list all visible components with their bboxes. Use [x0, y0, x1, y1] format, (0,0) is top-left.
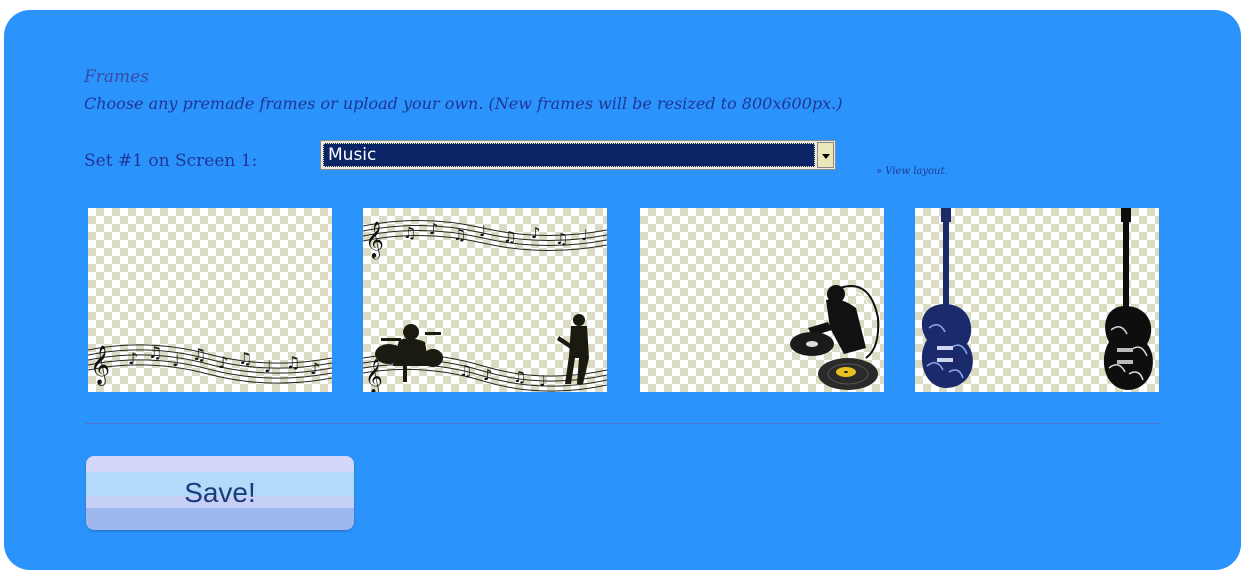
set-label: Set #1 on Screen 1: [84, 151, 258, 171]
frame-option-1[interactable]: 𝄞 ♪ ♫ ♩ ♫ ♪ ♫ ♩ ♫ ♪ [88, 208, 332, 392]
svg-text:♪: ♪ [128, 349, 138, 368]
svg-text:♩: ♩ [172, 351, 180, 370]
svg-text:♩: ♩ [264, 357, 272, 376]
svg-text:♫: ♫ [503, 228, 516, 246]
music-staff-bottom-icon: 𝄞 ♪ ♫ ♩ ♫ ♪ ♫ ♩ ♫ ♪ [88, 343, 332, 386]
save-button[interactable]: Save! [86, 456, 354, 530]
svg-text:♫: ♫ [459, 362, 472, 380]
svg-text:♫: ♫ [453, 226, 466, 244]
frame-set-selected-value: Music [323, 143, 815, 167]
svg-text:♪: ♪ [483, 366, 493, 384]
svg-text:♫: ♫ [148, 343, 162, 362]
svg-text:♩: ♩ [539, 372, 546, 390]
svg-text:♪: ♪ [310, 359, 320, 378]
svg-text:♫: ♫ [403, 224, 416, 242]
svg-text:♫: ♫ [192, 345, 206, 364]
section-divider [86, 423, 1162, 424]
section-description: Choose any premade frames or upload your… [84, 94, 843, 113]
svg-text:♫: ♫ [555, 230, 568, 248]
frame-set-select[interactable]: Music [320, 140, 836, 170]
electric-guitars-icon [921, 208, 1153, 390]
svg-text:𝄞: 𝄞 [365, 220, 384, 259]
svg-text:♫: ♫ [286, 353, 300, 372]
frame-option-3[interactable] [640, 208, 884, 392]
view-layout-link[interactable]: » View layout. [876, 166, 948, 177]
svg-text:♪: ♪ [531, 224, 541, 242]
chevron-down-icon[interactable] [817, 142, 834, 168]
svg-text:♪: ♪ [429, 220, 439, 238]
svg-text:𝄞: 𝄞 [90, 345, 110, 386]
band-silhouette-icon: 𝄞 𝄞 ♫ ♪ ♫ ♩ ♫ ♪ ♫ ♩ ♫ ♪ ♫ ♩ [363, 220, 607, 392]
svg-text:♫: ♫ [238, 349, 252, 368]
svg-text:♩: ♩ [581, 226, 588, 244]
svg-text:♩: ♩ [479, 222, 486, 240]
frame-option-2[interactable]: 𝄞 𝄞 ♫ ♪ ♫ ♩ ♫ ♪ ♫ ♩ ♫ ♪ ♫ ♩ [363, 208, 607, 392]
svg-text:♪: ♪ [218, 353, 228, 372]
frame-option-4[interactable] [915, 208, 1159, 392]
section-title: Frames [84, 67, 149, 87]
svg-text:♫: ♫ [513, 368, 526, 386]
svg-text:𝄞: 𝄞 [365, 359, 383, 392]
dj-turntable-icon [790, 285, 880, 390]
